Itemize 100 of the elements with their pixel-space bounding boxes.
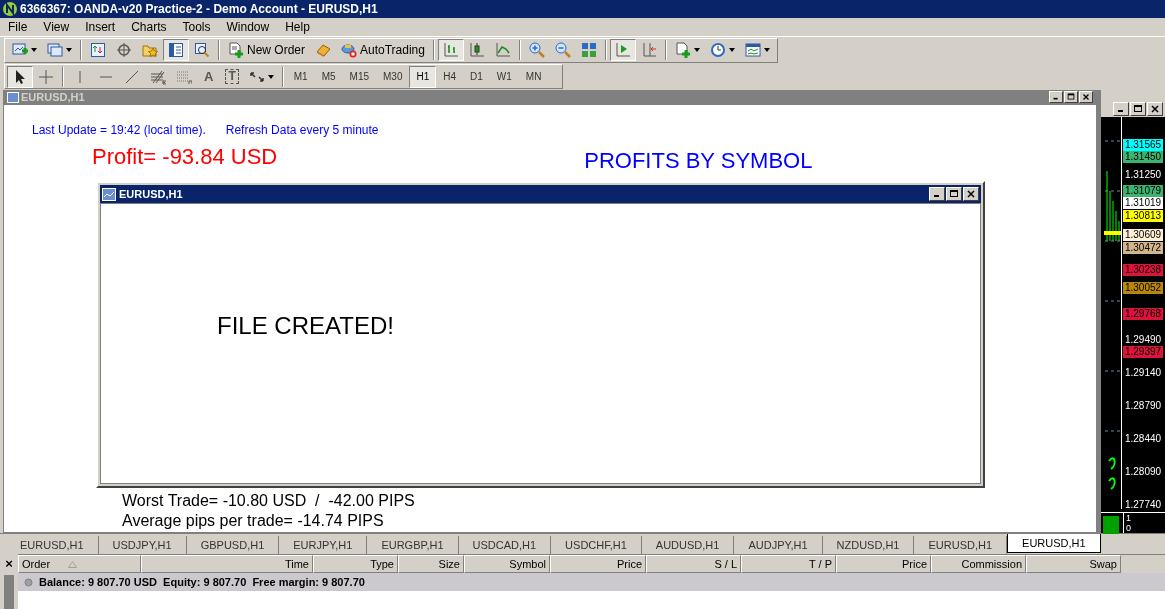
menu-item[interactable]: Help	[277, 18, 318, 36]
price-label: 1.31019	[1123, 197, 1163, 210]
maximize-button[interactable]	[946, 187, 962, 201]
column-header[interactable]: S / L	[646, 555, 741, 573]
column-header[interactable]: Order	[18, 555, 141, 573]
timeframe-button[interactable]: M30	[376, 65, 410, 88]
price-label: 1.29490	[1123, 334, 1163, 347]
menu-item[interactable]: File	[0, 18, 36, 36]
clock-icon	[709, 42, 726, 58]
close-button[interactable]	[1147, 102, 1163, 116]
worst-trade-text: Worst Trade= -10.80 USD / -42.00 PIPS	[122, 491, 416, 511]
column-header[interactable]: Size	[398, 555, 464, 573]
timeframe-button[interactable]: W1	[489, 65, 519, 88]
timeframe-button[interactable]: MN	[518, 65, 549, 88]
menu-item[interactable]: Window	[218, 18, 278, 36]
toolbar-button[interactable]	[163, 39, 189, 61]
close-button[interactable]: ×	[5, 557, 13, 571]
price-label: 1.29140	[1123, 367, 1163, 380]
crosshair-icon	[116, 42, 132, 58]
fibonacci-icon	[150, 68, 166, 85]
column-header[interactable]: Price	[550, 555, 646, 573]
column-header[interactable]: Time	[141, 555, 313, 573]
crosshair-icon	[38, 68, 54, 85]
timeframe-button[interactable]: M15	[342, 65, 376, 88]
toolbar-button[interactable]	[7, 65, 33, 88]
close-button[interactable]	[963, 187, 979, 201]
arrows-chart-icon	[90, 42, 106, 58]
price-label: 1.28440	[1123, 433, 1163, 446]
sort-arrow-icon	[68, 560, 77, 568]
price-label: 1.29397	[1123, 346, 1163, 359]
volume-bar	[1103, 516, 1119, 534]
menu-item[interactable]: View	[35, 18, 78, 36]
folder-star-icon	[142, 42, 158, 58]
price-label: 1.29768	[1123, 308, 1163, 321]
timeframe-button[interactable]: D1	[463, 65, 490, 88]
windows-icon	[47, 42, 63, 58]
toolbar-button[interactable]: T	[220, 65, 244, 88]
magnifier-chart-icon	[194, 42, 210, 58]
scale-label: 0	[1126, 523, 1131, 533]
vertical-line-icon	[79, 70, 81, 83]
chart-window-icon	[744, 42, 761, 58]
average-pips-text: Average pips per trade= -14.74 PIPS	[122, 511, 385, 531]
column-header[interactable]: T / P	[741, 555, 836, 573]
document-plus-icon	[674, 42, 691, 58]
balance-row[interactable]: Balance: 9 807.70 USD Equity: 9 807.70 Free margin: 9 807.70	[18, 573, 1165, 591]
timeframe-button[interactable]: M5	[314, 65, 343, 88]
price-label: 1.31450	[1123, 151, 1163, 164]
dialog-icon	[102, 187, 116, 201]
column-header[interactable]: Type	[313, 555, 398, 573]
price-label: 1.30472	[1123, 242, 1163, 255]
balance-text: Balance: 9 807.70 USD Equity: 9 807.70 Free margin: 9 807.70	[39, 574, 365, 590]
minimize-button[interactable]	[1049, 91, 1063, 103]
dialog-title: EURUSD,H1	[119, 186, 183, 202]
column-header[interactable]: Symbol	[464, 555, 550, 573]
menu-item[interactable]: Charts	[123, 18, 175, 36]
scale-label: 1	[1126, 513, 1131, 523]
zoom-in-icon	[528, 42, 545, 58]
refresh-text: Refresh Data every 5 minute	[225, 122, 379, 139]
price-label: 1.31250	[1123, 169, 1163, 181]
price-label: 1.31079	[1123, 185, 1163, 198]
minimize-button[interactable]	[929, 187, 945, 201]
list-window-icon	[168, 42, 184, 58]
maximize-button[interactable]	[1064, 91, 1078, 103]
chart-plus-icon	[12, 42, 28, 58]
toolbar-button[interactable]: A	[197, 65, 221, 88]
close-button[interactable]	[1079, 91, 1093, 103]
candlestick-icon	[468, 42, 485, 58]
price-label: 1.30238	[1123, 264, 1163, 277]
price-label: 1.31565	[1123, 139, 1163, 152]
fibonacci-grid-icon	[176, 68, 192, 85]
terminal-side-strip	[4, 575, 14, 609]
timeframe-button[interactable]: M1	[286, 65, 315, 88]
tile-windows-icon	[580, 42, 597, 58]
column-header[interactable]: Commission	[931, 555, 1026, 573]
minimize-button[interactable]	[1113, 102, 1129, 116]
menu-item[interactable]: Tools	[174, 18, 219, 36]
horizontal-line-icon	[100, 75, 112, 78]
column-header[interactable]: Price	[836, 555, 931, 573]
bar-chart-icon	[442, 42, 459, 58]
zoom-out-icon	[554, 42, 571, 58]
timeframe-button[interactable]: H4	[436, 65, 464, 88]
price-label: 1.30609	[1123, 229, 1163, 242]
profit-text: Profit= -93.84 USD	[92, 143, 278, 171]
maximize-button[interactable]	[1130, 102, 1146, 116]
price-label: 1.27740	[1123, 499, 1163, 511]
column-header[interactable]: Swap	[1026, 555, 1121, 573]
price-label: 1.28790	[1123, 400, 1163, 413]
document-plus-icon	[228, 42, 244, 58]
trendline-icon	[124, 68, 140, 85]
play-axis-icon	[614, 42, 631, 58]
toolbar-button[interactable]: AutoTrading	[336, 39, 430, 61]
price-label: 1.30813	[1123, 210, 1163, 223]
timeframe-button[interactable]: H1	[409, 65, 437, 88]
heading-text: PROFITS BY SYMBOL	[584, 147, 813, 175]
message-text: FILE CREATED!	[217, 312, 394, 339]
chart-tab[interactable]: EURUSD,H1	[1007, 534, 1101, 553]
menu-item[interactable]: Insert	[77, 18, 124, 36]
chart-window-title: EURUSD,H1	[21, 91, 85, 103]
toolbar-button[interactable]: New Order	[223, 39, 310, 61]
price-label: 1.30052	[1123, 281, 1163, 294]
